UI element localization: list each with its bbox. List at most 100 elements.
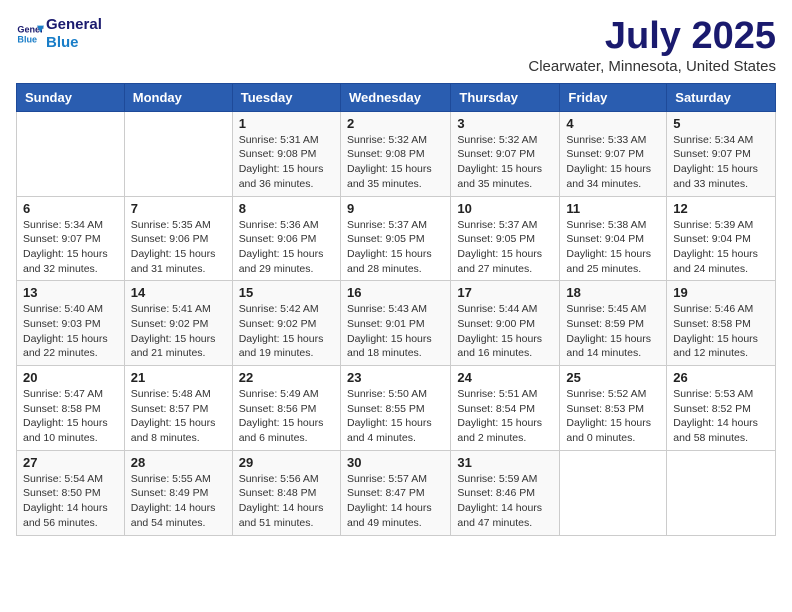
day-detail: Sunrise: 5:38 AMSunset: 9:04 PMDaylight:… [566,218,660,277]
calendar-title: July 2025 [528,16,776,58]
title-area: July 2025 Clearwater, Minnesota, United … [528,16,776,75]
day-number: 7 [131,201,226,216]
calendar-cell: 11Sunrise: 5:38 AMSunset: 9:04 PMDayligh… [560,196,667,281]
calendar-cell: 19 Sunrise: 5:46 AMSunset: 8:58 PMDayligh… [667,281,776,366]
calendar-cell: 13 Sunrise: 5:40 AMSunset: 9:03 PMDayligh… [17,281,125,366]
calendar-cell: 3 Sunrise: 5:32 AMSunset: 9:07 PMDaylight… [451,111,560,196]
day-number: 16 [347,285,444,300]
day-number: 28 [131,455,226,470]
day-detail: Sunrise: 5:51 AMSunset: 8:54 PMDaylight:… [457,387,553,446]
calendar-body: 1 Sunrise: 5:31 AMSunset: 9:08 PMDaylight… [17,111,776,535]
day-detail: Sunrise: 5:47 AMSunset: 8:58 PMDaylight:… [23,387,118,446]
calendar-cell: 18 Sunrise: 5:45 AMSunset: 8:59 PMDayligh… [560,281,667,366]
day-detail: Sunrise: 5:32 AMSunset: 9:07 PMDaylight:… [457,133,553,192]
day-number: 24 [457,370,553,385]
day-number: 3 [457,116,553,131]
calendar-cell: 8 Sunrise: 5:36 AMSunset: 9:06 PMDaylight… [232,196,340,281]
day-number: 18 [566,285,660,300]
day-number: 12 [673,201,769,216]
day-number: 1 [239,116,334,131]
logo: General Blue General Blue [16,16,102,52]
day-detail: Sunrise: 5:50 AMSunset: 8:55 PMDaylight:… [347,387,444,446]
day-detail: Sunrise: 5:33 AMSunset: 9:07 PMDaylight:… [566,133,660,192]
calendar-cell: 5 Sunrise: 5:34 AMSunset: 9:07 PMDaylight… [667,111,776,196]
calendar-cell [17,111,125,196]
logo-icon: General Blue [16,20,44,48]
calendar-cell: 7 Sunrise: 5:35 AMSunset: 9:06 PMDaylight… [124,196,232,281]
day-detail: Sunrise: 5:57 AMSunset: 8:47 PMDaylight:… [347,472,444,531]
calendar-cell: 26Sunrise: 5:53 AMSunset: 8:52 PMDayligh… [667,366,776,451]
day-detail: Sunrise: 5:49 AMSunset: 8:56 PMDaylight:… [239,387,334,446]
day-number: 21 [131,370,226,385]
calendar-cell: 25 Sunrise: 5:52 AMSunset: 8:53 PMDayligh… [560,366,667,451]
calendar-cell: 2 Sunrise: 5:32 AMSunset: 9:08 PMDaylight… [340,111,450,196]
day-number: 31 [457,455,553,470]
day-number: 27 [23,455,118,470]
day-number: 19 [673,285,769,300]
calendar-cell [124,111,232,196]
day-detail: Sunrise: 5:44 AMSunset: 9:00 PMDaylight:… [457,302,553,361]
calendar-cell [667,450,776,535]
calendar-cell: 12 Sunrise: 5:39 AMSunset: 9:04 PMDayligh… [667,196,776,281]
day-number: 30 [347,455,444,470]
calendar-table: SundayMondayTuesdayWednesdayThursdayFrid… [16,83,776,536]
day-detail: Sunrise: 5:31 AMSunset: 9:08 PMDaylight:… [239,133,334,192]
day-number: 9 [347,201,444,216]
calendar-cell: 17 Sunrise: 5:44 AMSunset: 9:00 PMDayligh… [451,281,560,366]
day-number: 8 [239,201,334,216]
day-detail: Sunrise: 5:56 AMSunset: 8:48 PMDaylight:… [239,472,334,531]
weekday-header-row: SundayMondayTuesdayWednesdayThursdayFrid… [17,83,776,111]
logo-general: General [46,16,102,34]
calendar-cell: 24 Sunrise: 5:51 AMSunset: 8:54 PMDayligh… [451,366,560,451]
day-number: 4 [566,116,660,131]
day-detail: Sunrise: 5:39 AMSunset: 9:04 PMDaylight:… [673,218,769,277]
day-detail: Sunrise: 5:48 AMSunset: 8:57 PMDaylight:… [131,387,226,446]
calendar-cell: 28Sunrise: 5:55 AMSunset: 8:49 PMDayligh… [124,450,232,535]
weekday-header-cell: Thursday [451,83,560,111]
day-number: 6 [23,201,118,216]
calendar-cell: 4 Sunrise: 5:33 AMSunset: 9:07 PMDaylight… [560,111,667,196]
day-detail: Sunrise: 5:46 AMSunset: 8:58 PMDaylight:… [673,302,769,361]
day-number: 25 [566,370,660,385]
day-detail: Sunrise: 5:37 AMSunset: 9:05 PMDaylight:… [347,218,444,277]
day-detail: Sunrise: 5:36 AMSunset: 9:06 PMDaylight:… [239,218,334,277]
calendar-cell: 31Sunrise: 5:59 AMSunset: 8:46 PMDayligh… [451,450,560,535]
day-detail: Sunrise: 5:35 AMSunset: 9:06 PMDaylight:… [131,218,226,277]
day-detail: Sunrise: 5:40 AMSunset: 9:03 PMDaylight:… [23,302,118,361]
day-number: 14 [131,285,226,300]
weekday-header-cell: Saturday [667,83,776,111]
day-number: 5 [673,116,769,131]
day-number: 15 [239,285,334,300]
calendar-cell: 20 Sunrise: 5:47 AMSunset: 8:58 PMDayligh… [17,366,125,451]
day-detail: Sunrise: 5:32 AMSunset: 9:08 PMDaylight:… [347,133,444,192]
day-detail: Sunrise: 5:34 AMSunset: 9:07 PMDaylight:… [673,133,769,192]
day-number: 23 [347,370,444,385]
day-number: 17 [457,285,553,300]
weekday-header-cell: Sunday [17,83,125,111]
calendar-week-row: 6 Sunrise: 5:34 AMSunset: 9:07 PMDaylight… [17,196,776,281]
weekday-header-cell: Monday [124,83,232,111]
calendar-cell: 27Sunrise: 5:54 AMSunset: 8:50 PMDayligh… [17,450,125,535]
day-number: 2 [347,116,444,131]
calendar-cell: 23 Sunrise: 5:50 AMSunset: 8:55 PMDayligh… [340,366,450,451]
day-detail: Sunrise: 5:34 AMSunset: 9:07 PMDaylight:… [23,218,118,277]
calendar-week-row: 13 Sunrise: 5:40 AMSunset: 9:03 PMDayligh… [17,281,776,366]
weekday-header-cell: Tuesday [232,83,340,111]
svg-text:Blue: Blue [17,34,37,44]
calendar-week-row: 1 Sunrise: 5:31 AMSunset: 9:08 PMDaylight… [17,111,776,196]
day-detail: Sunrise: 5:52 AMSunset: 8:53 PMDaylight:… [566,387,660,446]
calendar-week-row: 20 Sunrise: 5:47 AMSunset: 8:58 PMDayligh… [17,366,776,451]
day-detail: Sunrise: 5:42 AMSunset: 9:02 PMDaylight:… [239,302,334,361]
calendar-cell: 10Sunrise: 5:37 AMSunset: 9:05 PMDayligh… [451,196,560,281]
weekday-header-cell: Wednesday [340,83,450,111]
calendar-subtitle: Clearwater, Minnesota, United States [528,58,776,75]
day-detail: Sunrise: 5:45 AMSunset: 8:59 PMDaylight:… [566,302,660,361]
day-detail: Sunrise: 5:53 AMSunset: 8:52 PMDaylight:… [673,387,769,446]
header: General Blue General Blue July 2025 Clea… [16,16,776,75]
day-number: 20 [23,370,118,385]
calendar-cell: 16Sunrise: 5:43 AMSunset: 9:01 PMDayligh… [340,281,450,366]
day-number: 22 [239,370,334,385]
calendar-cell [560,450,667,535]
day-number: 10 [457,201,553,216]
day-number: 13 [23,285,118,300]
